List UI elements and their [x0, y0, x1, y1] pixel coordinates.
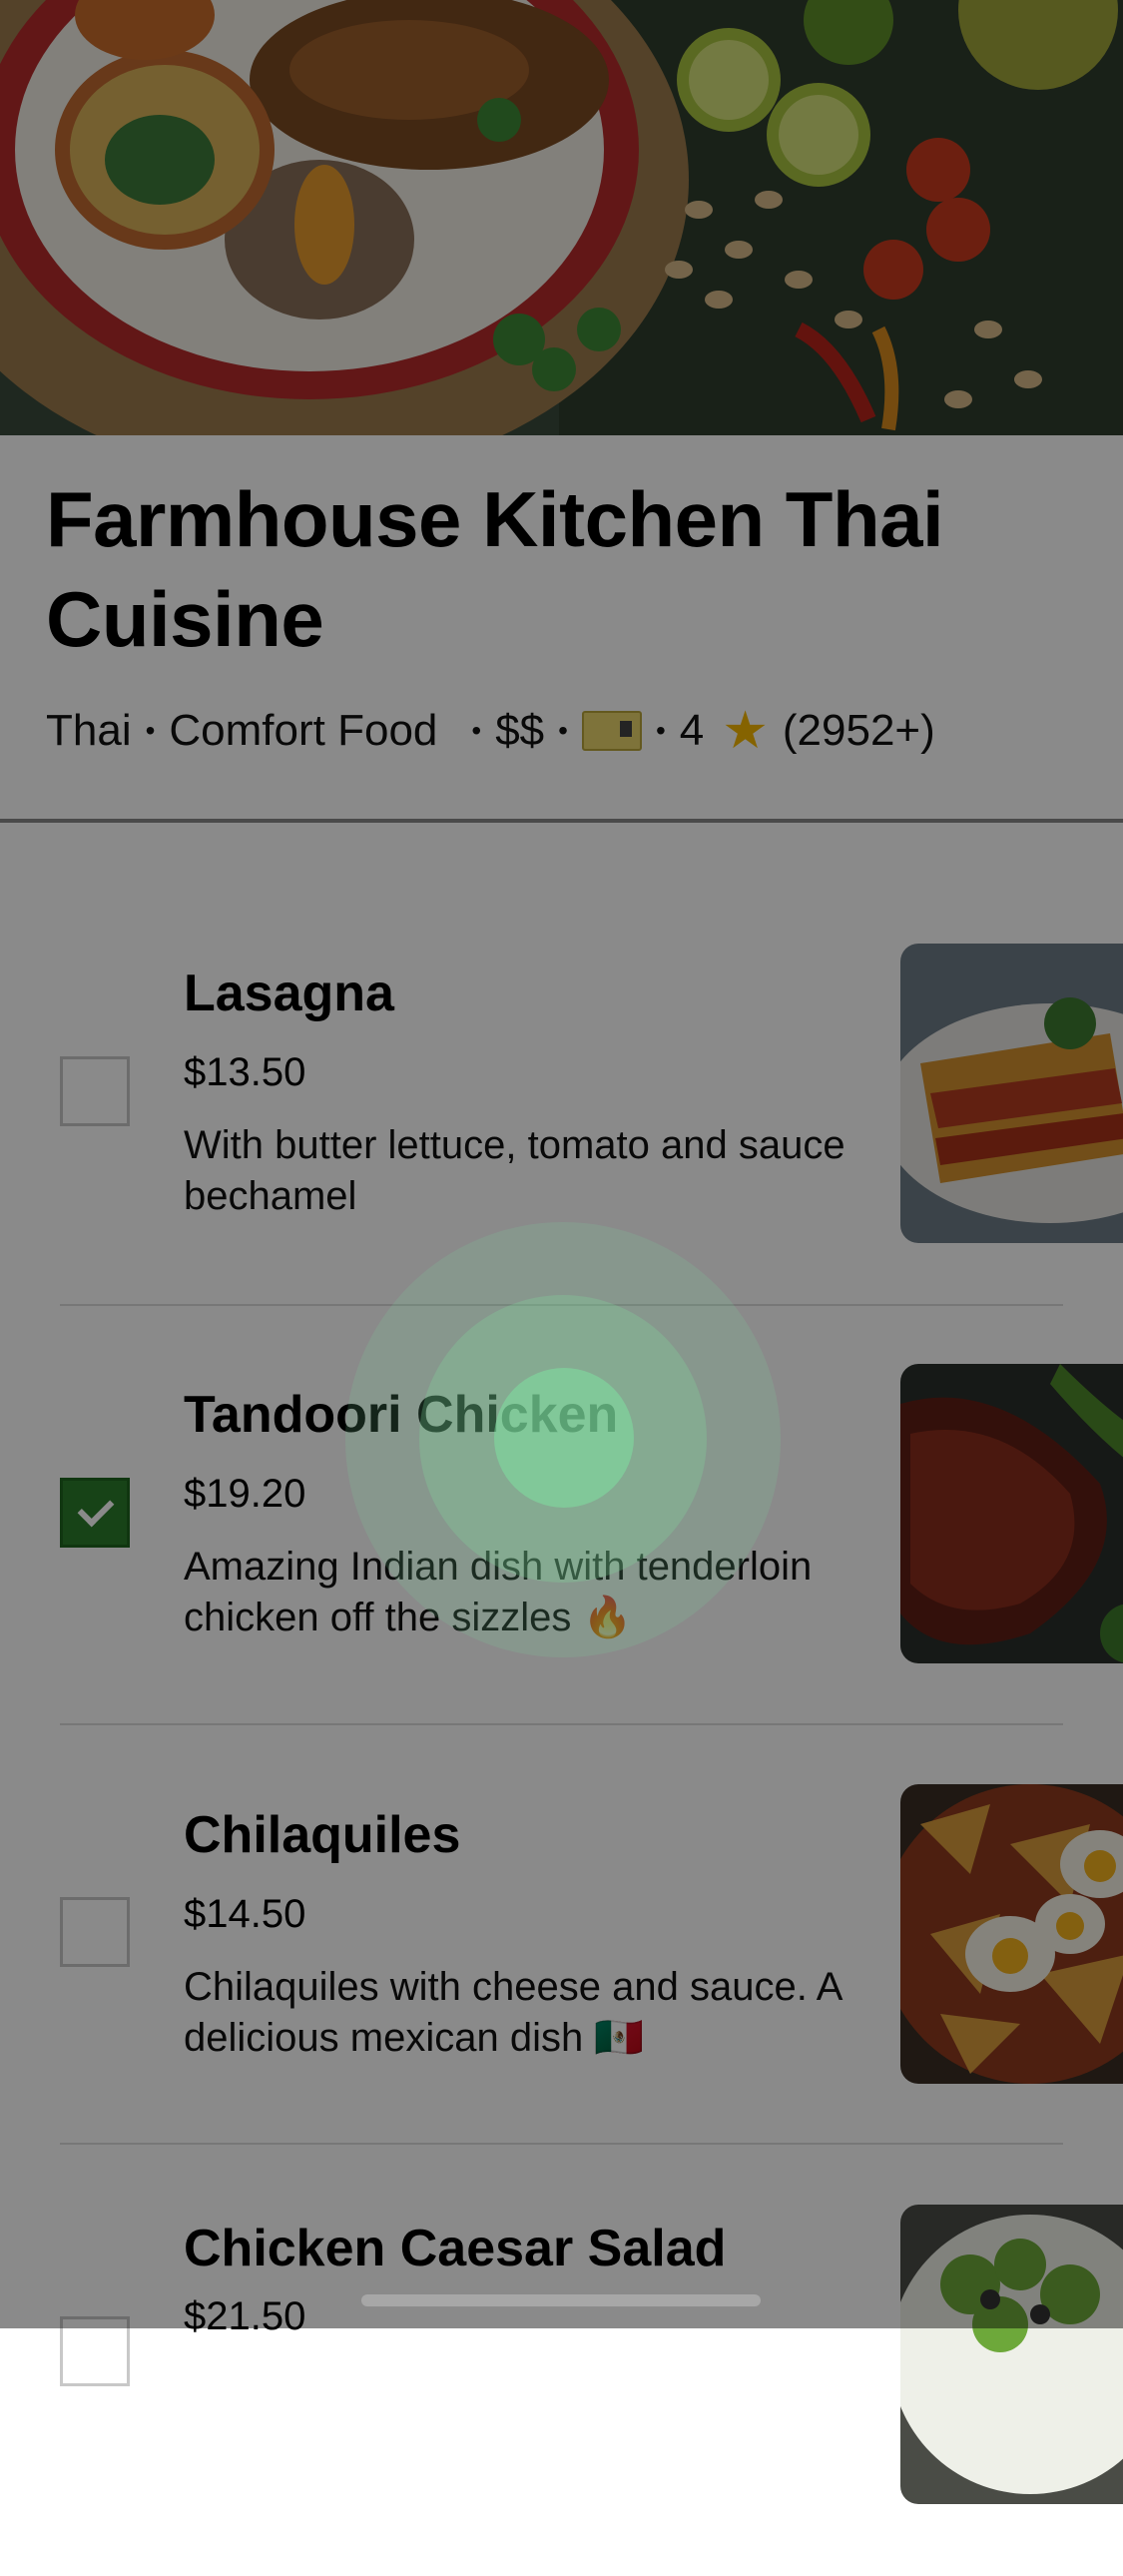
item-photo-tandoori-chicken	[900, 1364, 1123, 1663]
row-divider	[60, 1304, 1063, 1306]
ticket-icon	[581, 711, 642, 751]
separator-dot: •	[145, 715, 156, 746]
item-photo-chicken-caesar-salad	[900, 2205, 1123, 2504]
menu-item-tandoori-chicken[interactable]: Tandoori Chicken $19.20 Amazing Indian d…	[0, 1318, 1123, 1737]
item-price: $21.50	[184, 2294, 306, 2338]
review-count: (2952+)	[782, 706, 935, 755]
item-checkbox[interactable]	[60, 1897, 130, 1967]
item-photo-lasagna	[900, 944, 1123, 1243]
menu-item-chilaquiles[interactable]: Chilaquiles $14.50 Chilaquiles with chee…	[0, 1737, 1123, 2157]
home-indicator[interactable]	[361, 2294, 761, 2306]
cuisine-tag-comfort-food: Comfort Food	[169, 706, 438, 755]
separator-dot: •	[655, 715, 666, 746]
item-name: Chicken Caesar Salad	[184, 2220, 727, 2277]
menu-item-lasagna[interactable]: Lasagna $13.50 With butter lettuce, toma…	[0, 899, 1123, 1318]
item-name: Lasagna	[184, 965, 394, 1022]
item-checkbox-checked[interactable]	[60, 1478, 130, 1548]
item-checkbox[interactable]	[60, 2316, 130, 2386]
row-divider	[60, 1723, 1063, 1725]
item-checkbox[interactable]	[60, 1056, 130, 1126]
item-name: Tandoori Chicken	[184, 1386, 619, 1444]
item-description: With butter lettuce, tomato and sauce be…	[184, 1123, 845, 1218]
separator-dot: •	[471, 715, 482, 746]
restaurant-hero-image	[0, 0, 1123, 435]
restaurant-name: Farmhouse Kitchen Thai Cuisine	[46, 475, 944, 663]
item-photo-chilaquiles	[900, 1784, 1123, 2084]
item-description: Chilaquiles with cheese and sauce. A del…	[184, 1965, 842, 2060]
separator-dot: •	[558, 715, 568, 746]
header-divider	[0, 819, 1123, 823]
cuisine-tag-thai: Thai	[46, 706, 132, 755]
star-icon: ★	[722, 702, 769, 760]
rating-value: 4	[679, 706, 705, 755]
restaurant-meta: Thai • Comfort Food • $$ • • 4 ★ (2952+)	[46, 701, 935, 761]
item-price: $19.20	[184, 1472, 306, 1516]
menu-item-chicken-caesar-salad[interactable]: Chicken Caesar Salad $21.50	[0, 2157, 1123, 2576]
item-price: $13.50	[184, 1050, 306, 1094]
item-description: Amazing Indian dish with tenderloin chic…	[184, 1545, 813, 1639]
price-level: $$	[495, 706, 545, 755]
row-divider	[60, 2143, 1063, 2145]
item-name: Chilaquiles	[184, 1806, 461, 1864]
item-price: $14.50	[184, 1892, 306, 1936]
